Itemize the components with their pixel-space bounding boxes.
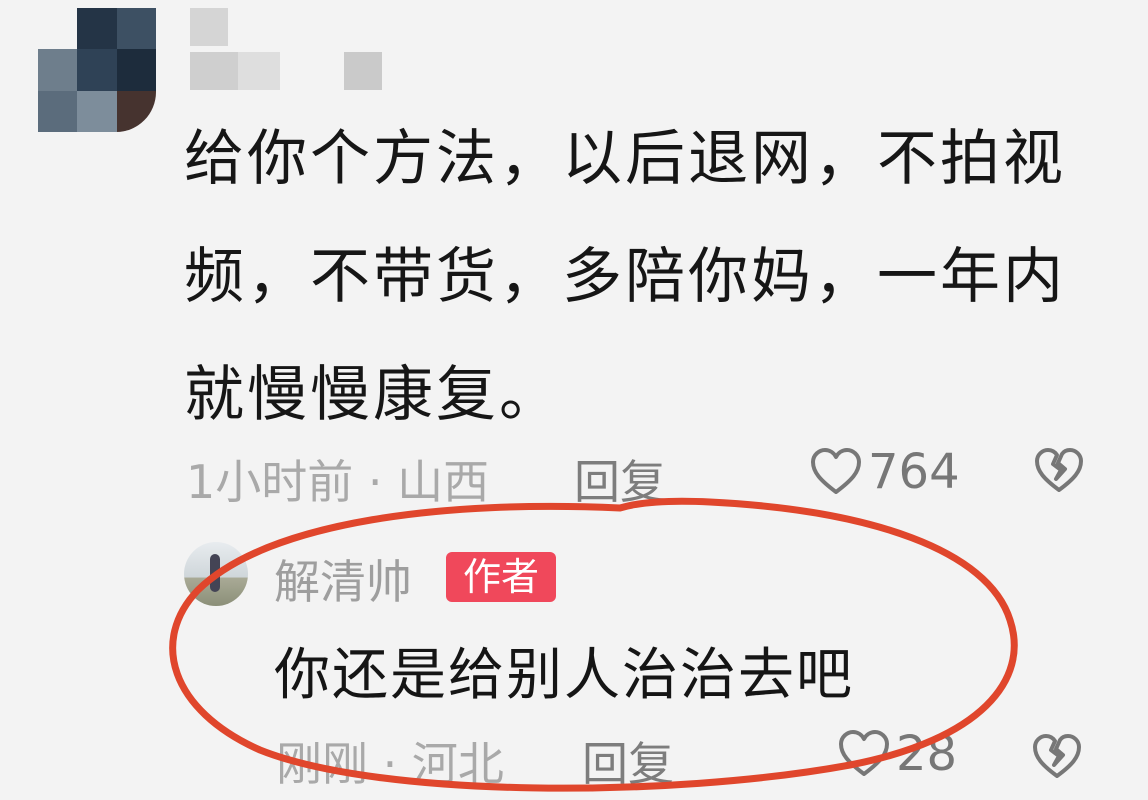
heart-outline-icon — [811, 448, 861, 494]
broken-heart-icon — [1035, 448, 1083, 492]
reply-meta-row: 刚刚 · 河北 回复 28 — [276, 726, 1096, 791]
broken-heart-icon — [1033, 734, 1081, 778]
author-badge: 作者 — [446, 552, 556, 602]
like-count: 764 — [868, 444, 960, 500]
reply-button[interactable]: 回复 — [574, 446, 666, 512]
avatar[interactable] — [38, 8, 156, 132]
comment-meta-row: 1小时前 · 山西 回复 764 — [186, 440, 1106, 510]
reply-dislike-button[interactable] — [1032, 734, 1082, 791]
comment-time-location: 1小时前 · 山西 — [186, 455, 490, 509]
dislike-button[interactable] — [1034, 448, 1084, 505]
username-blurred[interactable] — [190, 8, 390, 90]
reply-text: 你还是给别人治治去吧 — [274, 643, 854, 708]
reply-reply-button[interactable]: 回复 — [582, 728, 674, 794]
reply-time-location: 刚刚 · 河北 — [276, 737, 504, 791]
heart-outline-icon — [839, 730, 889, 776]
reply-username[interactable]: 解清帅 — [274, 546, 412, 612]
reply-avatar[interactable] — [184, 542, 248, 606]
comment-text: 给你个方法，以后退网，不拍视频，不带货，多陪你妈，一年内就慢慢康复。 — [184, 124, 1066, 430]
like-button[interactable]: 764 — [810, 444, 960, 500]
